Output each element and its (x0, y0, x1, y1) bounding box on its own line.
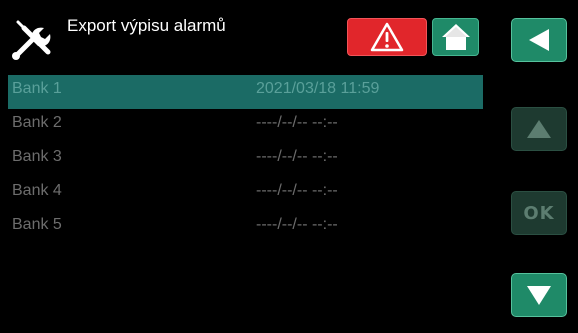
triangle-left-icon (529, 29, 549, 51)
bank-name: Bank 5 (12, 216, 62, 233)
bank-date: ----/--/-- --:-- (256, 148, 338, 165)
bank-name: Bank 2 (12, 114, 62, 131)
home-button[interactable] (432, 18, 479, 56)
ok-button[interactable]: OK (511, 191, 567, 235)
scroll-down-button[interactable] (511, 273, 567, 317)
bank-date: ----/--/-- --:-- (256, 216, 338, 233)
triangle-up-icon (527, 120, 551, 138)
home-icon (441, 24, 470, 50)
scroll-up-button[interactable] (511, 107, 567, 151)
back-button[interactable] (511, 18, 567, 62)
bank-date: ----/--/-- --:-- (256, 114, 338, 131)
list-item-bank-3[interactable]: Bank 3 ----/--/-- --:-- (8, 143, 483, 177)
tools-icon (12, 20, 51, 60)
list-item-bank-4[interactable]: Bank 4 ----/--/-- --:-- (8, 177, 483, 211)
warning-icon (370, 22, 404, 52)
bank-name: Bank 4 (12, 182, 62, 199)
list-item-bank-1[interactable]: Bank 1 2021/03/18 11:59 (8, 75, 483, 109)
list-item-bank-5[interactable]: Bank 5 ----/--/-- --:-- (8, 211, 483, 245)
bank-list: Bank 1 2021/03/18 11:59 Bank 2 ----/--/-… (8, 75, 483, 245)
bank-name: Bank 3 (12, 148, 62, 165)
list-item-bank-2[interactable]: Bank 2 ----/--/-- --:-- (8, 109, 483, 143)
page-title: Export výpisu alarmů (67, 16, 226, 35)
bank-date: 2021/03/18 11:59 (256, 80, 380, 97)
bank-name: Bank 1 (12, 80, 62, 97)
alarm-button[interactable] (347, 18, 427, 56)
triangle-down-icon (527, 286, 551, 305)
ok-label: OK (523, 202, 555, 224)
bank-date: ----/--/-- --:-- (256, 182, 338, 199)
